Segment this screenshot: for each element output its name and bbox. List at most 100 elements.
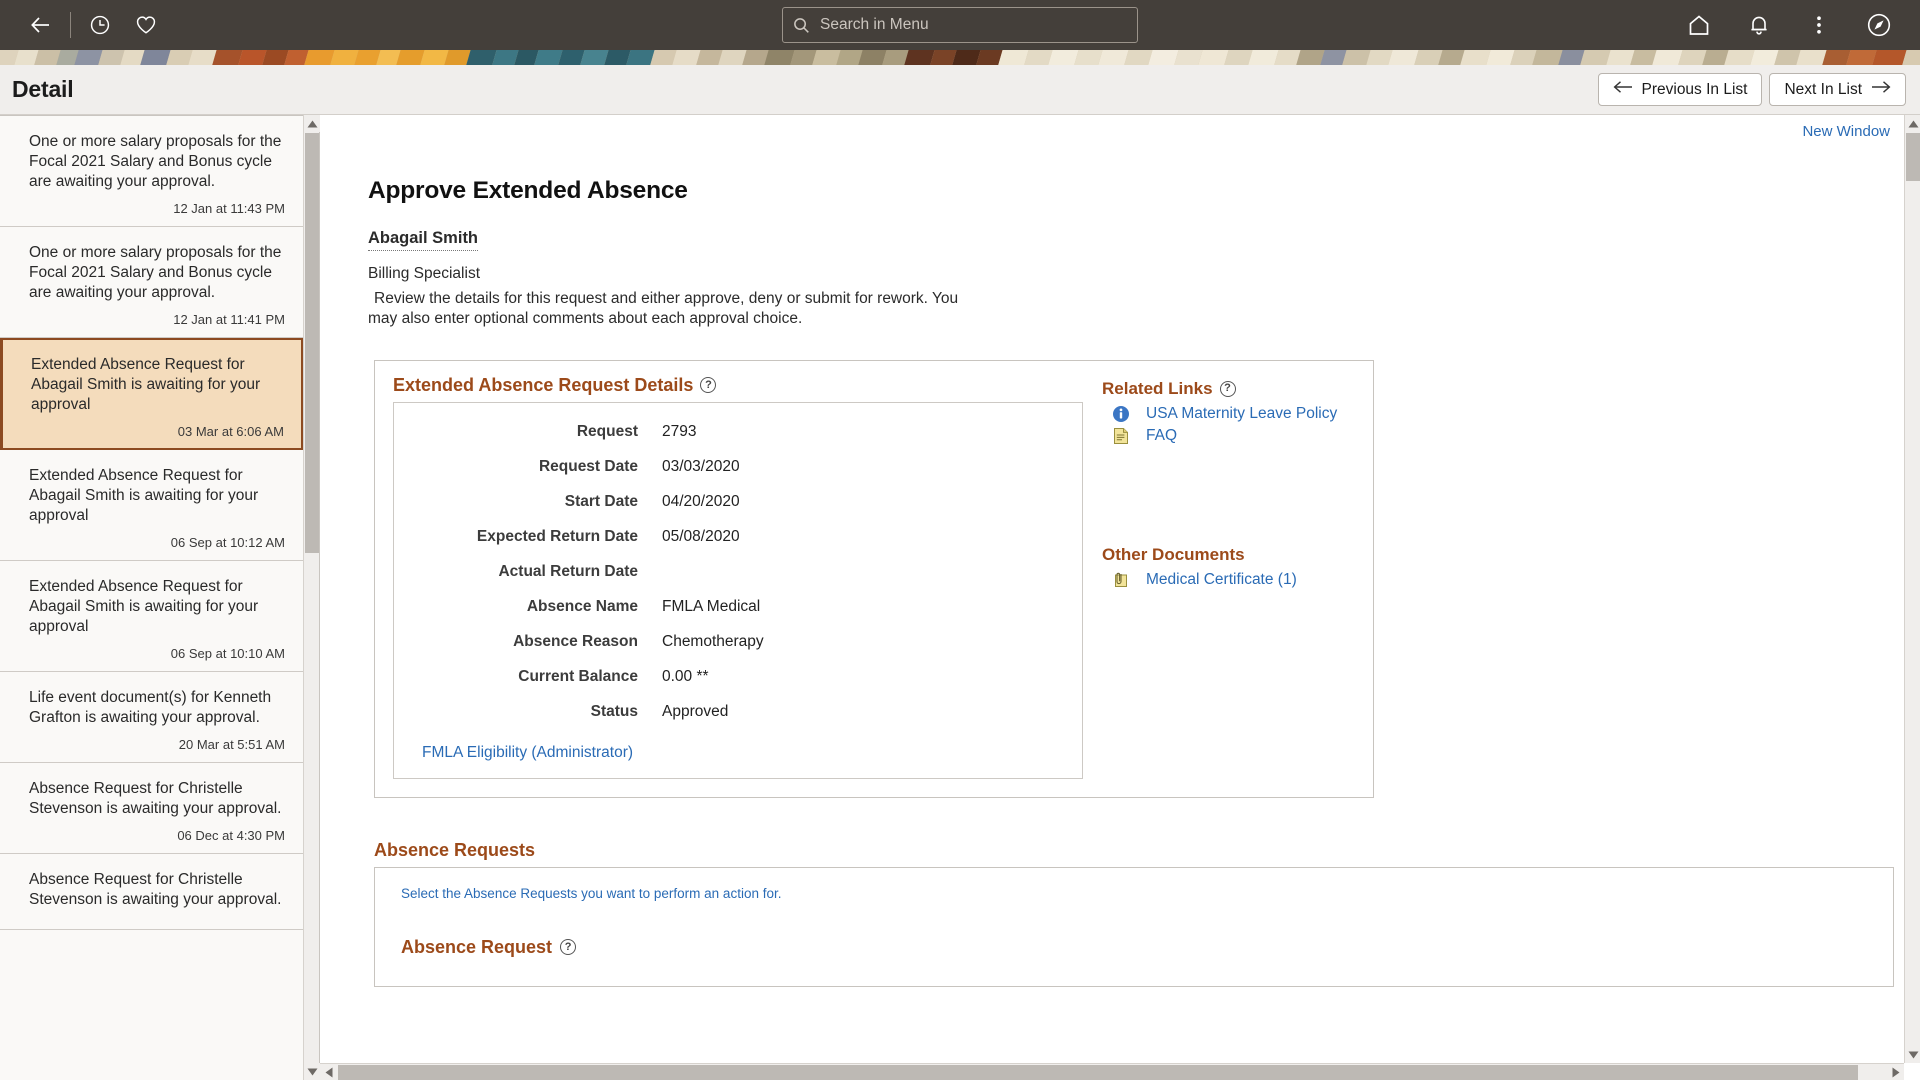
topbar-right-group [1676,2,1902,48]
other-document-label[interactable]: Medical Certificate (1) [1146,571,1297,589]
detail-field-label: Absence Name [526,597,638,615]
topbar-left-group [18,2,169,48]
absence-request-subtitle: Absence Request [401,936,553,957]
detail-field-value: FMLA Medical [662,597,761,615]
help-circle-icon[interactable]: ? [700,377,717,394]
detail-field-label: Request Date [538,457,638,475]
related-links-title: Related Links [1102,378,1213,398]
other-document-row[interactable]: Medical Certificate (1) [1102,571,1373,589]
absence-requests-hint: Select the Absence Requests you want to … [401,885,782,901]
detail-field-row: Absence Reason Chemotherapy [394,633,1082,651]
scrollbar-thumb[interactable] [305,133,319,553]
help-circle-icon[interactable]: ? [1219,380,1236,397]
main-vertical-scrollbar[interactable] [1904,115,1920,1063]
detail-field-value: Approved [662,702,729,720]
new-window-link[interactable]: New Window [1802,123,1890,140]
notification-item[interactable]: Absence Request for Christelle Stevenson… [0,762,303,854]
search-input[interactable] [818,15,1127,35]
notification-list-scrollbar[interactable] [303,115,320,1080]
home-icon[interactable] [1676,2,1722,48]
request-details-right-column: Related Links ? USA Maternity Leave Poli… [1088,361,1373,797]
notification-timestamp: 20 Mar at 5:51 AM [178,736,285,752]
employee-name-link[interactable]: Abagail Smith [368,229,479,251]
notification-timestamp: 06 Dec at 4:30 PM [177,827,285,843]
bell-icon[interactable] [1736,2,1782,48]
detail-field-value: 2793 [662,422,697,440]
list-navigation-actions: Previous In List Next In List [1597,73,1906,106]
right-column-spacer [1102,449,1373,545]
page-heading: Approve Extended Absence [368,177,688,204]
detail-field-label: Current Balance [518,667,638,685]
detail-field-row: Absence Name FMLA Medical [394,598,1082,616]
related-link-row[interactable]: USA Maternity Leave Policy [1102,405,1373,423]
scroll-down-arrow[interactable] [304,1063,320,1080]
related-link-row[interactable]: FAQ [1102,427,1373,445]
previous-in-list-label: Previous In List [1641,80,1748,98]
absence-request-subheader: Absence Request ? [401,937,1893,958]
notification-text: Extended Absence Request for Abagail Smi… [29,466,259,524]
notification-text: Extended Absence Request for Abagail Smi… [31,355,261,413]
previous-in-list-button[interactable]: Previous In List [1597,73,1763,106]
detail-field-value: 04/20/2020 [662,492,740,510]
notification-item[interactable]: Absence Request for Christelle Stevenson… [0,853,303,930]
detail-field-row: Request 2793 [394,423,1082,441]
notification-item[interactable]: Extended Absence Request for Abagail Smi… [0,560,303,672]
scroll-up-arrow[interactable] [1905,115,1920,132]
notification-text: One or more salary proposals for the Foc… [29,133,282,190]
notification-text: Absence Request for Christelle Stevenson… [29,870,282,908]
detail-field-label: Actual Return Date [498,562,638,580]
request-details-panel: Extended Absence Request Details ? Reque… [374,359,1374,798]
scroll-down-arrow[interactable] [1905,1046,1920,1063]
notification-item[interactable]: Extended Absence Request for Abagail Smi… [0,337,303,450]
employee-job-title: Billing Specialist [368,265,480,282]
scrollbar-thumb[interactable] [1906,133,1920,181]
fmla-eligibility-link[interactable]: FMLA Eligibility (Administrator) [422,744,633,762]
back-arrow-icon[interactable] [18,2,64,48]
detail-field-row: Start Date 04/20/2020 [394,493,1082,511]
notification-item[interactable]: Life event document(s) for Kenneth Graft… [0,671,303,763]
notification-timestamp: 03 Mar at 6:06 AM [177,423,284,439]
absence-requests-box: Select the Absence Requests you want to … [374,866,1894,987]
related-link-label[interactable]: USA Maternity Leave Policy [1146,405,1337,423]
scrollbar-thumb[interactable] [338,1064,1858,1080]
kebab-menu-icon[interactable] [1796,2,1842,48]
detail-field-value: 0.00 ** [662,667,709,685]
scroll-right-arrow[interactable] [1887,1064,1904,1080]
detail-field-row: Expected Return Date 05/08/2020 [394,528,1082,546]
related-link-label[interactable]: FAQ [1146,427,1177,445]
next-in-list-button[interactable]: Next In List [1769,73,1906,106]
new-window-row: New Window [320,115,1904,143]
other-documents-title: Other Documents [1102,544,1245,564]
detail-field-value: Chemotherapy [662,632,764,650]
arrow-left-icon [1613,80,1633,99]
compass-icon[interactable] [1856,2,1902,48]
notification-item[interactable]: One or more salary proposals for the Foc… [0,226,303,338]
attachment-note-icon [1112,571,1130,589]
notification-timestamp: 12 Jan at 11:41 PM [173,311,285,327]
request-details-title: Extended Absence Request Details [393,374,694,395]
main-content-scroll-region: New Window Approve Extended Absence Abag… [320,115,1904,1063]
content-padding-wrapper: Approve Extended Absence Abagail Smith B… [320,177,1904,987]
notification-list-panel: One or more salary proposals for the Foc… [0,115,320,1080]
clock-icon[interactable] [77,2,123,48]
notification-item[interactable]: One or more salary proposals for the Foc… [0,116,303,227]
detail-field-row: Actual Return Date [394,563,1082,581]
detail-field-value: 03/03/2020 [662,457,740,475]
notification-timestamp: 12 Jan at 11:43 PM [173,200,285,216]
notification-item[interactable]: Extended Absence Request for Abagail Smi… [0,449,303,561]
scroll-up-arrow[interactable] [304,115,320,132]
detail-field-label: Status [590,702,638,720]
help-circle-icon[interactable]: ? [560,939,577,956]
main-horizontal-scrollbar[interactable] [320,1063,1904,1080]
absence-requests-title: Absence Requests [374,839,536,860]
arrow-right-icon [1871,80,1891,99]
absence-requests-section: Absence Requests Select the Absence Requ… [374,839,1894,987]
heart-icon[interactable] [123,2,169,48]
request-details-left-column: Extended Absence Request Details ? Reque… [375,361,1088,797]
search-box[interactable] [782,7,1138,43]
detail-field-label: Absence Reason [513,632,638,650]
detail-field-value: 05/08/2020 [662,527,740,545]
detail-field-row: Current Balance 0.00 ** [394,668,1082,686]
document-icon [1112,427,1130,445]
scroll-left-arrow[interactable] [320,1064,337,1080]
